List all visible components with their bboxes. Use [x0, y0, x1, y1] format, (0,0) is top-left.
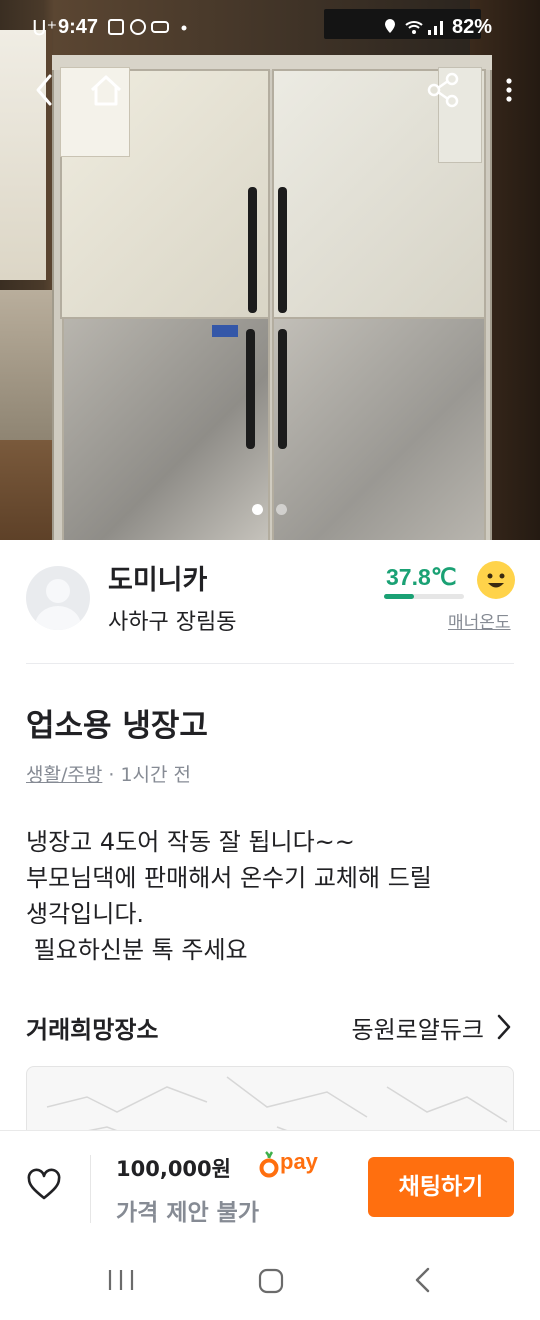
heart-icon[interactable]	[26, 1167, 62, 1203]
system-nav-bar	[0, 1240, 540, 1320]
status-time: 9:47	[58, 16, 99, 38]
photo-window	[0, 30, 52, 280]
seller-location: 사하구 장림동	[108, 610, 237, 635]
chat-button[interactable]: 채팅하기	[368, 1157, 514, 1217]
face-icon	[476, 560, 516, 600]
fridge-handle	[278, 187, 287, 313]
connectivity-icons	[384, 17, 448, 41]
pager-dot-active	[252, 504, 263, 515]
pager-dot	[276, 504, 287, 515]
manner-temperature-fill	[384, 594, 415, 599]
back-icon[interactable]	[30, 70, 60, 110]
manner-temperature-link[interactable]: 매너온도	[448, 608, 511, 633]
nav-back-icon[interactable]	[410, 1266, 436, 1294]
fridge-handle	[248, 187, 257, 313]
status-bar: U⁺ 9:47 82%	[0, 0, 540, 56]
carrot-pay-badge: pay	[258, 1149, 338, 1181]
article-meta: 생활/주방 · 1시간 전	[26, 760, 191, 787]
seller-profile[interactable]: 도미니카 사하구 장림동 37.8℃ 매너온도	[0, 540, 540, 664]
photo-wall	[0, 290, 60, 450]
signal-icon	[385, 19, 443, 35]
photo-pager-dots	[250, 502, 290, 516]
trade-place-value[interactable]: 동원로얄듀크	[352, 1010, 484, 1045]
notification-icons	[108, 18, 188, 42]
trade-place-label: 거래희망장소	[26, 1016, 159, 1044]
carrier-label: U⁺	[32, 16, 58, 40]
carrot-icon	[259, 1151, 279, 1178]
seller-name[interactable]: 도미니카	[108, 558, 207, 597]
fridge-handle	[278, 329, 287, 449]
battery-level: 82%	[452, 16, 493, 38]
negotiation-status: 가격 제안 불가	[116, 1200, 259, 1226]
purchase-bar: 100,000원 pay 가격 제안 불가 채팅하기	[0, 1130, 540, 1240]
share-icon[interactable]	[424, 70, 464, 110]
category-link[interactable]: 생활/주방	[26, 764, 102, 786]
manner-temperature: 37.8℃	[386, 564, 457, 590]
avatar[interactable]	[26, 566, 90, 630]
article-description: 냉장고 4도어 작동 잘 됩니다~~ 부모님댁에 판매해서 온수기 교체해 드릴…	[26, 828, 432, 964]
article-title: 업소용 냉장고	[26, 708, 208, 744]
manner-temperature-bar	[384, 594, 464, 599]
divider	[26, 663, 514, 664]
time-ago: · 1시간 전	[102, 764, 192, 786]
fridge-door-bottom-left	[62, 317, 270, 540]
nav-recents-icon[interactable]	[106, 1268, 136, 1292]
chevron-right-icon[interactable]	[494, 1012, 514, 1042]
fridge-brand-label	[212, 325, 238, 337]
divider	[90, 1155, 91, 1223]
photo-refrigerator	[52, 55, 492, 540]
more-icon[interactable]	[494, 70, 524, 110]
pay-label: pay	[280, 1149, 318, 1174]
fridge-door-bottom-right	[272, 317, 486, 540]
nav-home-icon[interactable]	[258, 1268, 284, 1294]
fridge-handle	[246, 329, 255, 449]
notification-icon	[108, 19, 187, 35]
price: 100,000원	[116, 1157, 231, 1181]
product-photo[interactable]: U⁺ 9:47 82%	[0, 0, 540, 540]
home-icon[interactable]	[86, 70, 126, 110]
trade-place-row[interactable]: 거래희망장소 동원로얄듀크	[26, 1006, 514, 1046]
